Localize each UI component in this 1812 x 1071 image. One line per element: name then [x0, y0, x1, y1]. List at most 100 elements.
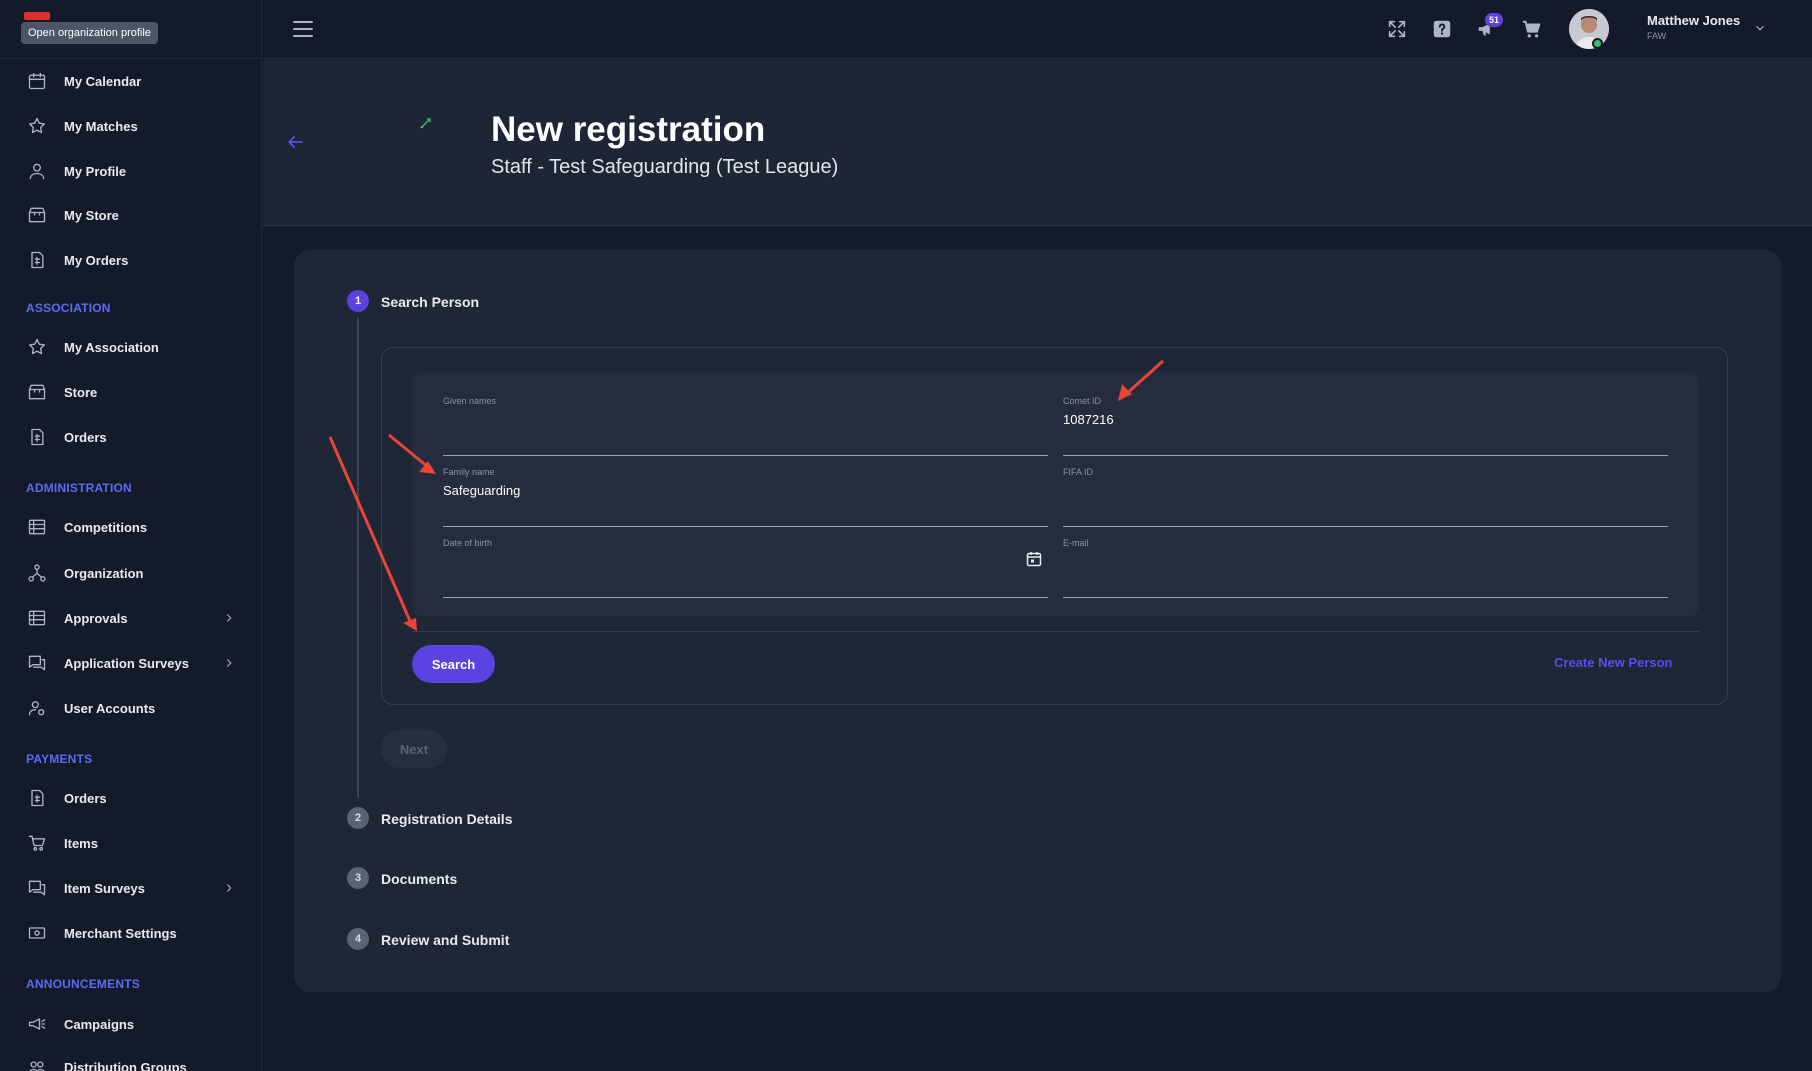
cart-icon [26, 832, 48, 854]
sidebar-item-label: My Association [64, 339, 159, 355]
sidebar-item-label: Approvals [64, 610, 128, 626]
sidebar-item-label: My Matches [64, 118, 138, 134]
sidebar-item-label: My Profile [64, 163, 127, 179]
sidebar-item-label: My Calendar [64, 73, 142, 89]
sidebar-item-approvals[interactable]: Approvals [0, 598, 261, 638]
step-4-label[interactable]: Review and Submit [381, 932, 509, 948]
logo-area[interactable]: Open organization profile [0, 0, 261, 59]
date-of-birth-label: Date of birth [443, 538, 493, 548]
sidebar-item-my-association[interactable]: My Association [0, 327, 261, 367]
sidebar-item-my-calendar[interactable]: My Calendar [0, 61, 261, 101]
fifa-id-input[interactable] [1063, 479, 1668, 501]
receipt-icon [26, 787, 48, 809]
next-button: Next [381, 730, 447, 768]
sidebar-item-label: Campaigns [64, 1016, 135, 1032]
comet-id-input[interactable] [1063, 408, 1668, 430]
step-4-indicator: 4 [347, 928, 369, 950]
chevron-down-icon[interactable] [1753, 21, 1767, 35]
sidebar-item-my-store[interactable]: My Store [0, 195, 261, 235]
sidebar-item-label: Item Surveys [64, 880, 145, 896]
receipt-icon [26, 426, 48, 448]
fifa-id-label: FIFA ID [1063, 467, 1094, 477]
hamburger-menu-icon[interactable] [293, 20, 313, 38]
sidebar-item-application-surveys[interactable]: Application Surveys [0, 643, 261, 683]
sidebar-item-label: Merchant Settings [64, 925, 177, 941]
fullscreen-icon[interactable] [1386, 18, 1408, 40]
sidebar-item-label: Application Surveys [64, 655, 189, 671]
email-label: E-mail [1063, 538, 1089, 548]
section-title-association: ASSOCIATION [26, 301, 111, 315]
cart-icon[interactable] [1521, 18, 1543, 40]
receipt-icon [26, 249, 48, 271]
sidebar-item-label: Orders [64, 790, 107, 806]
calendar-picker-icon[interactable] [1026, 551, 1042, 567]
sidebar-item-item-surveys[interactable]: Item Surveys [0, 868, 261, 908]
edit-pen-icon [419, 116, 433, 130]
chat-icon [26, 652, 48, 674]
step-3-label[interactable]: Documents [381, 871, 457, 887]
sidebar-item-label: My Store [64, 207, 119, 223]
step-1-label[interactable]: Search Person [381, 294, 479, 310]
panel-divider [412, 631, 1699, 632]
sidebar-item-label: My Orders [64, 252, 129, 268]
step-3-indicator: 3 [347, 867, 369, 889]
sidebar-item-payment-orders[interactable]: Orders [0, 778, 261, 818]
calendar-icon [26, 70, 48, 92]
user-organization: FAW [1647, 31, 1667, 41]
sidebar-item-store[interactable]: Store [0, 372, 261, 412]
email-input[interactable] [1063, 550, 1668, 572]
back-arrow-icon[interactable] [285, 132, 305, 152]
sidebar-item-user-accounts[interactable]: User Accounts [0, 688, 261, 728]
money-icon [26, 922, 48, 944]
sidebar-item-label: User Accounts [64, 700, 156, 716]
date-of-birth-field: Date of birth [443, 538, 1048, 598]
store-icon [26, 204, 48, 226]
sidebar-item-my-matches[interactable]: My Matches [0, 106, 261, 146]
sidebar-item-label: Items [64, 835, 98, 851]
tooltip-open-organization-profile: Open organization profile [21, 22, 158, 44]
chevron-right-icon [222, 611, 236, 625]
chevron-right-icon [222, 881, 236, 895]
create-new-person-link[interactable]: Create New Person [1554, 655, 1673, 670]
help-icon[interactable] [1431, 18, 1453, 40]
sidebar-item-merchant-settings[interactable]: Merchant Settings [0, 913, 261, 953]
sidebar-item-campaigns[interactable]: Campaigns [0, 1004, 261, 1044]
chat-icon [26, 877, 48, 899]
notification-count-badge: 51 [1485, 13, 1503, 27]
section-title-payments: PAYMENTS [26, 752, 93, 766]
section-title-administration: ADMINISTRATION [26, 481, 132, 495]
sidebar-item-orders[interactable]: Orders [0, 417, 261, 457]
page-title: New registration [491, 110, 766, 149]
family-name-field: Family name [443, 467, 1048, 527]
given-names-field: Given names [443, 396, 1048, 456]
sidebar-item-items[interactable]: Items [0, 823, 261, 863]
sidebar-item-competitions[interactable]: Competitions [0, 507, 261, 547]
chevron-right-icon [222, 656, 236, 670]
list-icon [26, 607, 48, 629]
comet-id-field: Comet ID [1063, 396, 1668, 456]
star-icon [26, 115, 48, 137]
sidebar-item-label: Store [64, 384, 98, 400]
online-status-indicator [1592, 38, 1603, 49]
avatar[interactable] [1569, 9, 1609, 49]
sidebar-item-label: Organization [64, 565, 144, 581]
sidebar-item-my-orders[interactable]: My Orders [0, 240, 261, 280]
section-title-announcements: ANNOUNCEMENTS [26, 977, 140, 991]
registration-stepper-card: 1 Search Person Given names Comet ID Fam… [294, 250, 1781, 992]
organization-logo[interactable] [24, 12, 50, 20]
sidebar-item-label: Distribution Groups [64, 1059, 187, 1071]
megaphone-icon [26, 1013, 48, 1035]
family-name-input[interactable] [443, 479, 1048, 501]
store-icon [26, 381, 48, 403]
stepper-connector-line [357, 318, 359, 798]
step-2-label[interactable]: Registration Details [381, 811, 512, 827]
user-name[interactable]: Matthew Jones [1647, 13, 1740, 28]
date-of-birth-input[interactable] [443, 550, 1013, 572]
email-field: E-mail [1063, 538, 1668, 598]
search-button[interactable]: Search [412, 645, 495, 683]
sidebar-item-my-profile[interactable]: My Profile [0, 151, 261, 191]
sidebar-item-organization[interactable]: Organization [0, 553, 261, 593]
given-names-input[interactable] [443, 408, 1048, 430]
sidebar-item-distribution-groups[interactable]: Distribution Groups [0, 1047, 261, 1071]
sidebar-item-label: Competitions [64, 519, 148, 535]
